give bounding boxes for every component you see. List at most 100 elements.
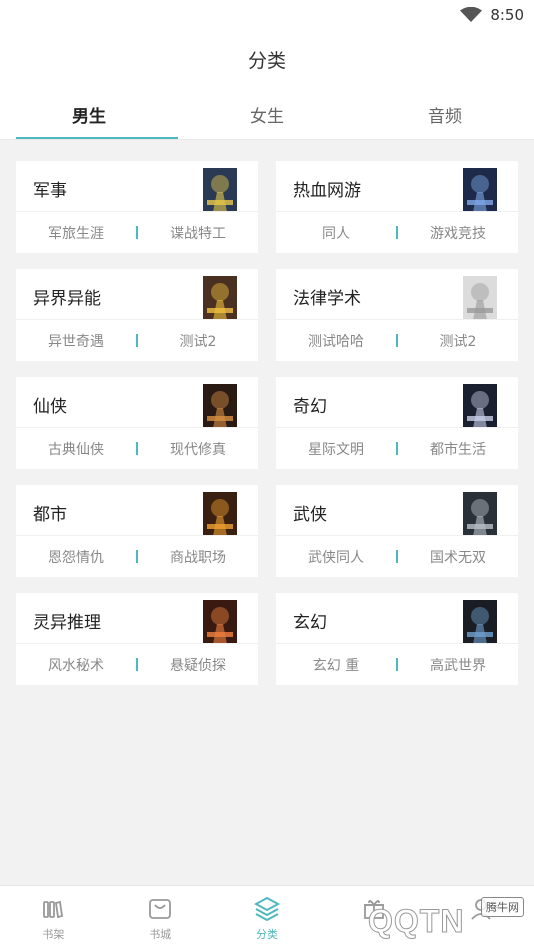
cover-art: [207, 607, 233, 644]
header-divider: [0, 139, 534, 140]
category-title: 异界异能: [33, 289, 101, 309]
category-title: 武侠: [293, 505, 327, 525]
watermark: QQTN 腾牛网: [328, 893, 528, 945]
category-subtags: 测试哈哈 测试2: [276, 319, 518, 361]
category-title: 军事: [33, 181, 67, 201]
cover-art: [467, 175, 493, 212]
subcategory-link[interactable]: 玄幻 重: [276, 655, 396, 675]
category-card-header[interactable]: 灵异推理: [16, 593, 258, 644]
category-card-header[interactable]: 玄幻: [276, 593, 518, 644]
cover-art: [207, 391, 233, 428]
status-bar: 8:50: [0, 0, 534, 30]
category-card[interactable]: 异界异能异世奇遇 测试2: [16, 269, 258, 361]
category-subtags: 武侠同人 国术无双: [276, 535, 518, 577]
category-grid: 军事 军旅生涯 谍战特工 热血网游 同人 游戏竞技 异界异能 异世奇遇 测试2 法律学术 测试哈哈测…: [16, 161, 518, 685]
nav-item-bookshelf[interactable]: 书架: [0, 886, 107, 949]
category-cover-image: [203, 168, 237, 212]
subcategory-link[interactable]: 商战职场: [138, 547, 258, 567]
category-card-header[interactable]: 军事: [16, 161, 258, 212]
subcategory-link[interactable]: 恩怨情仇: [16, 547, 136, 567]
tab-bar: 男生 女生 音频: [0, 92, 534, 140]
tab-female[interactable]: 女生: [178, 92, 356, 139]
header: 分类 男生 女生 音频: [0, 30, 534, 140]
tab-audio[interactable]: 音频: [356, 92, 534, 139]
watermark-logo: QQTN: [367, 903, 465, 940]
category-cover-image: [463, 168, 497, 212]
category-subtags: 恩怨情仇 商战职场: [16, 535, 258, 577]
wifi-icon: [460, 7, 483, 22]
nav-item-label: 分类: [255, 928, 278, 941]
category-card[interactable]: 武侠武侠同人 国术无双: [276, 485, 518, 577]
bookshelf-icon: [43, 900, 64, 919]
layers-icon: [253, 896, 281, 922]
cover-art: [467, 607, 493, 644]
category-card[interactable]: 玄幻玄幻 重高武世界: [276, 593, 518, 685]
category-card-header[interactable]: 热血网游: [276, 161, 518, 212]
category-subtags: 风水秘术 悬疑侦探: [16, 643, 258, 685]
cover-art: [207, 499, 233, 536]
subcategory-link[interactable]: 现代修真: [138, 439, 258, 459]
subcategory-link[interactable]: 同人: [276, 223, 396, 243]
category-cover-image: [463, 600, 497, 644]
category-subtags: 古典仙侠 现代修真: [16, 427, 258, 469]
category-card[interactable]: 热血网游同人 游戏竞技: [276, 161, 518, 253]
category-card[interactable]: 法律学术测试哈哈 测试2: [276, 269, 518, 361]
category-cover-image: [203, 276, 237, 320]
category-subtags: 玄幻 重高武世界: [276, 643, 518, 685]
category-card-header[interactable]: 奇幻: [276, 377, 518, 428]
cover-art: [467, 283, 493, 320]
category-card[interactable]: 仙侠古典仙侠 现代修真: [16, 377, 258, 469]
category-card-header[interactable]: 异界异能: [16, 269, 258, 320]
cover-art: [207, 283, 233, 320]
category-title: 都市: [33, 505, 67, 525]
category-cover-image: [463, 276, 497, 320]
subcategory-link[interactable]: 测试2: [398, 331, 518, 351]
subcategory-link[interactable]: 游戏竞技: [398, 223, 518, 243]
subcategory-link[interactable]: 军旅生涯: [16, 223, 136, 243]
subcategory-link[interactable]: 武侠同人: [276, 547, 396, 567]
subcategory-link[interactable]: 风水秘术: [16, 655, 136, 675]
category-title: 热血网游: [293, 181, 361, 201]
category-card[interactable]: 军事军旅生涯 谍战特工: [16, 161, 258, 253]
category-title: 奇幻: [293, 397, 327, 417]
category-title: 法律学术: [293, 289, 361, 309]
nav-item-layers[interactable]: 分类: [214, 886, 321, 949]
category-title: 灵异推理: [33, 613, 101, 633]
cover-art: [207, 175, 233, 212]
category-card-header[interactable]: 武侠: [276, 485, 518, 536]
page-title: 分类: [247, 50, 286, 72]
category-card-header[interactable]: 都市: [16, 485, 258, 536]
category-cover-image: [203, 492, 237, 536]
nav-item-store[interactable]: 书城: [107, 886, 214, 949]
category-subtags: 军旅生涯 谍战特工: [16, 211, 258, 253]
subcategory-link[interactable]: 悬疑侦探: [138, 655, 258, 675]
nav-item-label: 书城: [149, 928, 172, 941]
category-card-header[interactable]: 法律学术: [276, 269, 518, 320]
category-card-header[interactable]: 仙侠: [16, 377, 258, 428]
category-title: 仙侠: [33, 397, 67, 417]
category-card[interactable]: 灵异推理风水秘术 悬疑侦探: [16, 593, 258, 685]
subcategory-link[interactable]: 都市生活: [398, 439, 518, 459]
subcategory-link[interactable]: 星际文明: [276, 439, 396, 459]
status-time: 8:50: [490, 6, 524, 24]
tab-male[interactable]: 男生: [0, 92, 178, 140]
category-title: 玄幻: [293, 613, 327, 633]
cover-art: [467, 499, 493, 536]
subcategory-link[interactable]: 古典仙侠: [16, 439, 136, 459]
category-subtags: 星际文明 都市生活: [276, 427, 518, 469]
category-card[interactable]: 奇幻星际文明 都市生活: [276, 377, 518, 469]
category-cover-image: [203, 384, 237, 428]
subcategory-link[interactable]: 测试哈哈: [276, 331, 396, 351]
category-card[interactable]: 都市恩怨情仇 商战职场: [16, 485, 258, 577]
cover-art: [467, 391, 493, 428]
subcategory-link[interactable]: 测试2: [138, 331, 258, 351]
watermark-site-label: 腾牛网: [481, 897, 524, 917]
subcategory-link[interactable]: 异世奇遇: [16, 331, 136, 351]
category-subtags: 异世奇遇 测试2: [16, 319, 258, 361]
subcategory-link[interactable]: 高武世界: [398, 655, 518, 675]
subcategory-link[interactable]: 国术无双: [398, 547, 518, 567]
subcategory-link[interactable]: 谍战特工: [138, 223, 258, 243]
category-cover-image: [463, 384, 497, 428]
category-cover-image: [463, 492, 497, 536]
category-subtags: 同人 游戏竞技: [276, 211, 518, 253]
